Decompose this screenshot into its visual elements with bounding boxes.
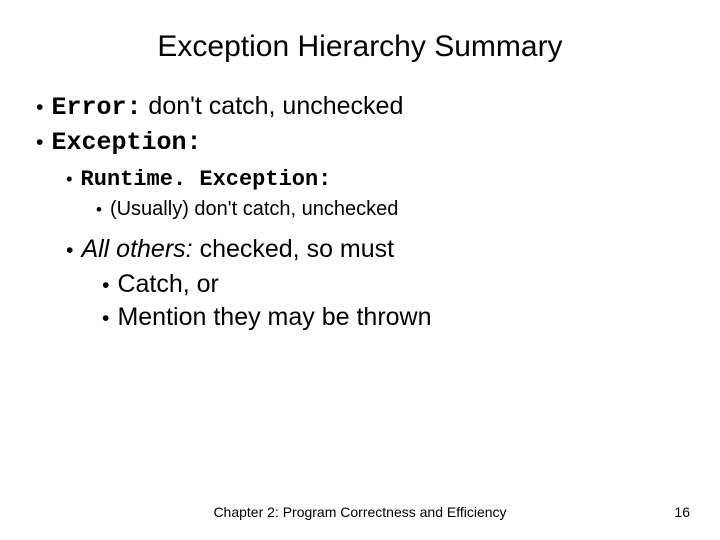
bullet-text: Error: don't catch, unchecked	[51, 92, 403, 122]
bullet-catch: • Catch, or	[102, 270, 690, 299]
others-italic-label: All others:	[81, 235, 192, 263]
bullet-dot-icon: •	[96, 200, 102, 220]
exception-code-label: Exception:	[51, 128, 201, 157]
runtime-sub-text: (Usually) don't catch, unchecked	[110, 198, 398, 221]
bullet-dot-icon: •	[102, 273, 109, 298]
bullet-runtime-sub: • (Usually) don't catch, unchecked	[96, 198, 690, 221]
bullet-mention: • Mention they may be thrown	[102, 303, 690, 332]
bullet-dot-icon: •	[66, 238, 73, 263]
bullet-dot-icon: •	[66, 168, 73, 190]
error-code-label: Error:	[51, 93, 141, 122]
runtime-code-label: Runtime. Exception:	[81, 167, 332, 192]
mention-text: Mention they may be thrown	[117, 303, 431, 332]
page-number: 16	[674, 504, 690, 520]
bullet-dot-icon: •	[102, 306, 109, 331]
slide-title: Exception Hierarchy Summary	[30, 30, 690, 64]
bullet-dot-icon: •	[36, 130, 43, 155]
bullet-others: • All others: checked, so must	[66, 235, 690, 264]
bullet-text: All others: checked, so must	[81, 235, 394, 264]
catch-text: Catch, or	[117, 270, 218, 299]
bullet-error: • Error: don't catch, unchecked	[36, 92, 690, 122]
bullet-runtime: • Runtime. Exception:	[66, 167, 690, 192]
bullet-exception: • Exception:	[36, 128, 690, 157]
others-text: checked, so must	[193, 235, 394, 263]
footer-text: Chapter 2: Program Correctness and Effic…	[30, 504, 690, 520]
bullet-dot-icon: •	[36, 95, 43, 120]
slide-content: • Error: don't catch, unchecked • Except…	[30, 92, 690, 332]
error-text: don't catch, unchecked	[141, 92, 403, 120]
slide-footer: Chapter 2: Program Correctness and Effic…	[0, 504, 720, 520]
slide: Exception Hierarchy Summary • Error: don…	[0, 0, 720, 540]
